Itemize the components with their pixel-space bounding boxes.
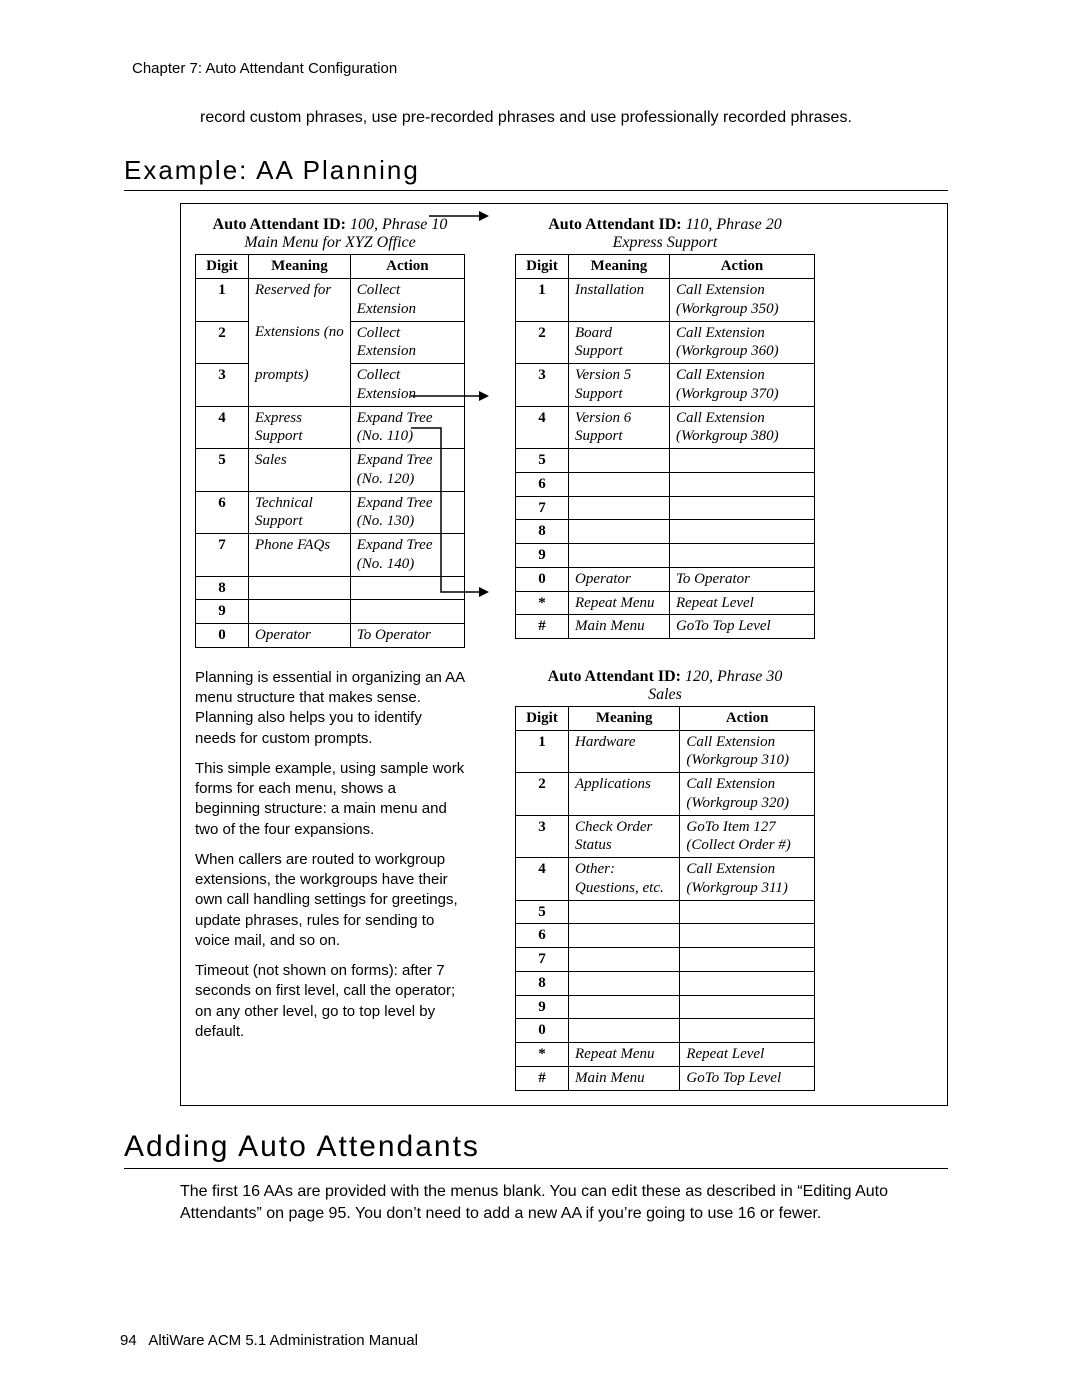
table-row: 6Technical SupportExpand Tree (No. 130) [196, 491, 465, 534]
table3-container: Auto Attendant ID: 120, Phrase 30 Sales … [515, 668, 815, 1091]
table-row: 7 [516, 496, 815, 520]
adding-paragraph: The first 16 AAs are provided with the m… [180, 1181, 960, 1226]
table-row: 7 [516, 948, 815, 972]
table2-title: Auto Attendant ID: 110, Phrase 20 [515, 216, 815, 234]
page-number: 94 [120, 1332, 137, 1349]
table-row: 9 [516, 995, 815, 1019]
table-row: 1HardwareCall Extension (Workgroup 310) [516, 730, 815, 773]
th-action: Action [350, 255, 464, 279]
chapter-header: Chapter 7: Auto Attendant Configuration [132, 60, 960, 77]
table-row: 5SalesExpand Tree (No. 120) [196, 449, 465, 492]
table-row: 0 [516, 1019, 815, 1043]
planning-table-2: Digit Meaning Action 1InstallationCall E… [515, 254, 815, 639]
table3-subtitle: Sales [515, 686, 815, 704]
table-row: *Repeat MenuRepeat Level [516, 1043, 815, 1067]
planning-table-3: Digit Meaning Action 1HardwareCall Exten… [515, 706, 815, 1091]
table-row: 8 [516, 971, 815, 995]
table-row: 4Other: Questions, etc.Call Extension (W… [516, 858, 815, 901]
table2-subtitle: Express Support [515, 234, 815, 252]
planning-paragraph: This simple example, using sample work f… [195, 759, 465, 840]
planning-figure: Auto Attendant ID: 100, Phrase 10 Main M… [180, 203, 948, 1105]
table-row: 0OperatorTo Operator [516, 567, 815, 591]
table2-container: Auto Attendant ID: 110, Phrase 20 Expres… [515, 216, 815, 639]
footer-text: AltiWare ACM 5.1 Administration Manual [148, 1332, 418, 1349]
table-row: 9 [516, 544, 815, 568]
planning-table-1: Digit Meaning Action 1Reserved forCollec… [195, 254, 465, 648]
th-digit: Digit [516, 706, 569, 730]
th-action: Action [669, 255, 814, 279]
table-row: 3Version 5 SupportCall Extension (Workgr… [516, 364, 815, 407]
th-meaning: Meaning [249, 255, 351, 279]
table-row: 6 [516, 472, 815, 496]
table-row: 3Check Order StatusGoTo Item 127 (Collec… [516, 815, 815, 858]
table-row: 2ApplicationsCall Extension (Workgroup 3… [516, 773, 815, 816]
planning-paragraph: Planning is essential in organizing an A… [195, 668, 465, 749]
table3-title: Auto Attendant ID: 120, Phrase 30 [515, 668, 815, 686]
table-row: 8 [516, 520, 815, 544]
table1-title: Auto Attendant ID: 100, Phrase 10 [195, 216, 465, 234]
th-digit: Digit [516, 255, 569, 279]
th-meaning: Meaning [569, 706, 680, 730]
th-digit: Digit [196, 255, 249, 279]
th-meaning: Meaning [569, 255, 670, 279]
table-row: 8 [196, 576, 465, 600]
table-row: 9 [196, 600, 465, 624]
section-heading-adding: Adding Auto Attendants [124, 1130, 948, 1169]
table-row: 1Reserved forCollect Extension [196, 279, 465, 322]
table-row: 4Express SupportExpand Tree (No. 110) [196, 406, 465, 449]
table-row: 2Board SupportCall Extension (Workgroup … [516, 321, 815, 364]
table-row: 5 [516, 449, 815, 473]
table-row: 5 [516, 900, 815, 924]
intro-paragraph: record custom phrases, use pre-recorded … [200, 107, 960, 129]
table-row: 1InstallationCall Extension (Workgroup 3… [516, 279, 815, 322]
table-row: *Repeat MenuRepeat Level [516, 591, 815, 615]
section-heading-example: Example: AA Planning [124, 155, 948, 191]
table-row: #Main MenuGoTo Top Level [516, 1066, 815, 1090]
planning-paragraph: When callers are routed to workgroup ext… [195, 850, 465, 951]
table-row: 7Phone FAQsExpand Tree (No. 140) [196, 534, 465, 577]
table-row: 3prompts)Collect Extension [196, 364, 465, 407]
table-row: 2Extensions (noCollect Extension [196, 321, 465, 364]
table1-subtitle: Main Menu for XYZ Office [195, 234, 465, 252]
table-row: #Main MenuGoTo Top Level [516, 615, 815, 639]
table-row: 6 [516, 924, 815, 948]
table-row: 0OperatorTo Operator [196, 624, 465, 648]
th-action: Action [680, 706, 815, 730]
page-footer: 94 AltiWare ACM 5.1 Administration Manua… [120, 1332, 418, 1349]
planning-text-column: Planning is essential in organizing an A… [195, 668, 465, 1052]
table1-container: Auto Attendant ID: 100, Phrase 10 Main M… [195, 216, 465, 648]
table-row: 4Version 6 SupportCall Extension (Workgr… [516, 406, 815, 449]
planning-paragraph: Timeout (not shown on forms): after 7 se… [195, 961, 465, 1042]
